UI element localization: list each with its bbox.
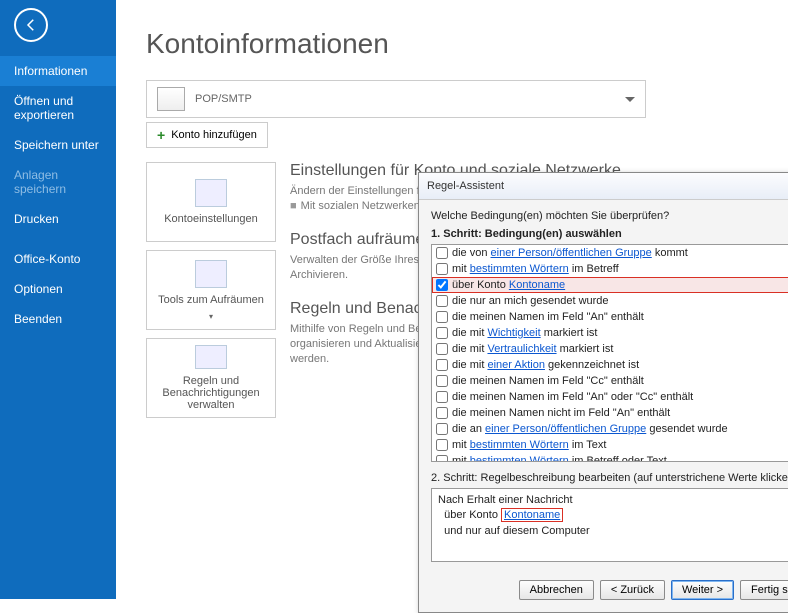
nav-item-drucken[interactable]: Drucken xyxy=(0,204,116,234)
condition-text: die meinen Namen nicht im Feld "An" enth… xyxy=(452,406,670,420)
condition-checkbox[interactable] xyxy=(436,455,448,462)
dialog-question: Welche Bedingung(en) möchten Sie überprü… xyxy=(431,210,788,222)
next-button[interactable]: Weiter > xyxy=(671,580,734,600)
condition-link[interactable]: Wichtigkeit xyxy=(487,327,540,339)
condition-text: die mit Wichtigkeit markiert ist xyxy=(452,326,598,340)
finish-button[interactable]: Fertig stellen xyxy=(740,580,788,600)
condition-row[interactable]: die meinen Namen nicht im Feld "An" enth… xyxy=(432,405,788,421)
nav-item--ffnen-und-exportieren[interactable]: Öffnen und exportieren xyxy=(0,86,116,130)
condition-row[interactable]: die meinen Namen im Feld "An" enthält xyxy=(432,309,788,325)
section-button-1[interactable]: Tools zum Aufräumen ▾ xyxy=(146,250,276,330)
condition-row[interactable]: die nur an mich gesendet wurde xyxy=(432,293,788,309)
desc-line-3: und nur auf diesem Computer xyxy=(438,524,788,539)
condition-checkbox[interactable] xyxy=(436,439,448,451)
arrow-left-icon xyxy=(22,16,40,34)
condition-text: über Konto Kontoname xyxy=(452,278,565,292)
condition-checkbox[interactable] xyxy=(436,295,448,307)
rule-description-box[interactable]: Nach Erhalt einer Nachricht über Konto K… xyxy=(431,488,788,562)
chevron-down-icon: ▾ xyxy=(209,312,213,321)
condition-row[interactable]: die mit Vertraulichkeit markiert ist xyxy=(432,341,788,357)
condition-text: die meinen Namen im Feld "An" oder "Cc" … xyxy=(452,390,693,404)
condition-row[interactable]: mit bestimmten Wörtern im Betreff xyxy=(432,261,788,277)
condition-text: die mit Vertraulichkeit markiert ist xyxy=(452,342,613,356)
condition-row[interactable]: die von einer Person/öffentlichen Gruppe… xyxy=(432,245,788,261)
nav-item-optionen[interactable]: Optionen xyxy=(0,274,116,304)
condition-link[interactable]: bestimmten Wörtern xyxy=(470,439,569,451)
account-type-label: POP/SMTP xyxy=(195,93,252,105)
condition-link[interactable]: einer Aktion xyxy=(487,359,544,371)
account-icon xyxy=(157,87,185,111)
condition-text: die meinen Namen im Feld "An" enthält xyxy=(452,310,644,324)
kontoname-link[interactable]: Kontoname xyxy=(501,508,563,522)
section-button-0[interactable]: Kontoeinstellungen xyxy=(146,162,276,242)
condition-checkbox[interactable] xyxy=(436,247,448,259)
condition-link[interactable]: Vertraulichkeit xyxy=(487,343,556,355)
condition-row[interactable]: die meinen Namen im Feld "Cc" enthält xyxy=(432,373,788,389)
nav-item-informationen[interactable]: Informationen xyxy=(0,56,116,86)
condition-row[interactable]: mit bestimmten Wörtern im Text xyxy=(432,437,788,453)
step1-label: 1. Schritt: Bedingung(en) auswählen xyxy=(431,228,788,240)
section-button-label: Tools zum Aufräumen xyxy=(158,294,264,306)
condition-checkbox[interactable] xyxy=(436,423,448,435)
nav-list: InformationenÖffnen und exportierenSpeic… xyxy=(0,56,116,334)
condition-link[interactable]: bestimmten Wörtern xyxy=(470,263,569,275)
section-button-label: Kontoeinstellungen xyxy=(164,213,258,225)
section-button-2[interactable]: Regeln und Benachrichtigungen verwalten xyxy=(146,338,276,418)
condition-text: die nur an mich gesendet wurde xyxy=(452,294,609,308)
plus-icon: + xyxy=(157,127,165,143)
condition-text: die an einer Person/öffentlichen Gruppe … xyxy=(452,422,728,436)
condition-text: mit bestimmten Wörtern im Text xyxy=(452,438,606,452)
back-button[interactable] xyxy=(14,8,48,42)
account-selector[interactable]: POP/SMTP xyxy=(146,80,646,118)
nav-item-office-konto[interactable]: Office-Konto xyxy=(0,244,116,274)
condition-checkbox[interactable] xyxy=(436,279,448,291)
condition-checkbox[interactable] xyxy=(436,327,448,339)
condition-link[interactable]: Kontoname xyxy=(509,279,565,291)
condition-text: die meinen Namen im Feld "Cc" enthält xyxy=(452,374,644,388)
cancel-button[interactable]: Abbrechen xyxy=(519,580,594,600)
condition-text: die mit einer Aktion gekennzeichnet ist xyxy=(452,358,639,372)
section-button-label: Regeln und Benachrichtigungen verwalten xyxy=(153,375,269,411)
step2-label: 2. Schritt: Regelbeschreibung bearbeiten… xyxy=(431,472,788,484)
condition-row[interactable]: die mit einer Aktion gekennzeichnet ist xyxy=(432,357,788,373)
desc-line-2: über Konto Kontoname xyxy=(438,508,788,523)
nav-item-beenden[interactable]: Beenden xyxy=(0,304,116,334)
condition-link[interactable]: einer Person/öffentlichen Gruppe xyxy=(491,247,652,259)
condition-checkbox[interactable] xyxy=(436,359,448,371)
back-button-wizard[interactable]: < Zurück xyxy=(600,580,665,600)
condition-row[interactable]: die an einer Person/öffentlichen Gruppe … xyxy=(432,421,788,437)
condition-checkbox[interactable] xyxy=(436,263,448,275)
section-icon xyxy=(195,345,227,369)
condition-link[interactable]: einer Person/öffentlichen Gruppe xyxy=(485,423,646,435)
nav-item-anlagen-speichern: Anlagen speichern xyxy=(0,160,116,204)
conditions-listbox[interactable]: die von einer Person/öffentlichen Gruppe… xyxy=(431,244,788,462)
condition-row[interactable]: über Konto Kontoname xyxy=(432,277,788,293)
condition-row[interactable]: mit bestimmten Wörtern im Betreff oder T… xyxy=(432,453,788,462)
condition-text: mit bestimmten Wörtern im Betreff xyxy=(452,262,619,276)
page-title: Kontoinformationen xyxy=(146,28,778,60)
dialog-titlebar: Regel-Assistent ✕ xyxy=(419,173,788,200)
desc-line-1: Nach Erhalt einer Nachricht xyxy=(438,493,788,508)
condition-text: die von einer Person/öffentlichen Gruppe… xyxy=(452,246,688,260)
condition-link[interactable]: bestimmten Wörtern xyxy=(470,455,569,462)
condition-checkbox[interactable] xyxy=(436,375,448,387)
section-icon xyxy=(195,179,227,207)
rules-wizard-dialog: Regel-Assistent ✕ Welche Bedingung(en) m… xyxy=(418,172,788,613)
condition-checkbox[interactable] xyxy=(436,343,448,355)
dialog-title: Regel-Assistent xyxy=(427,180,504,192)
condition-checkbox[interactable] xyxy=(436,391,448,403)
condition-row[interactable]: die mit Wichtigkeit markiert ist xyxy=(432,325,788,341)
add-account-button[interactable]: + Konto hinzufügen xyxy=(146,122,268,148)
chevron-down-icon xyxy=(625,97,635,102)
dialog-button-row: Abbrechen < Zurück Weiter > Fertig stell… xyxy=(419,572,788,612)
add-account-label: Konto hinzufügen xyxy=(171,129,257,141)
file-menu-sidebar: InformationenÖffnen und exportierenSpeic… xyxy=(0,0,116,599)
nav-item-speichern-unter[interactable]: Speichern unter xyxy=(0,130,116,160)
condition-text: mit bestimmten Wörtern im Betreff oder T… xyxy=(452,454,667,462)
condition-checkbox[interactable] xyxy=(436,407,448,419)
condition-row[interactable]: die meinen Namen im Feld "An" oder "Cc" … xyxy=(432,389,788,405)
condition-checkbox[interactable] xyxy=(436,311,448,323)
section-icon xyxy=(195,260,227,288)
